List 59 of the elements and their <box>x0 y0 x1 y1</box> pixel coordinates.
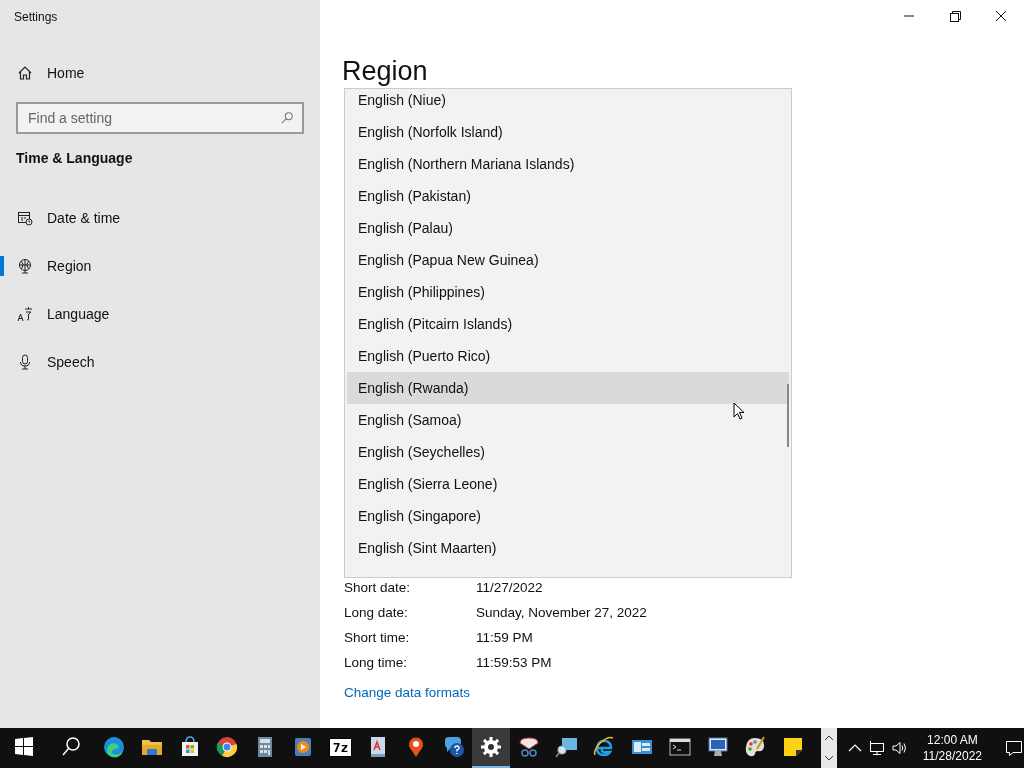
format-value: Sunday, November 27, 2022 <box>476 605 647 620</box>
scrollbar-thumb[interactable] <box>787 384 789 447</box>
list-option[interactable]: English (Pitcairn Islands) <box>347 308 789 340</box>
list-option[interactable]: English (Singapore) <box>347 500 789 532</box>
scissors-icon <box>517 735 542 759</box>
format-value: 11:59:53 PM <box>476 655 552 670</box>
list-option[interactable]: English (Rwanda) <box>347 372 789 404</box>
format-value: 11/27/2022 <box>476 580 543 595</box>
browser-icon <box>102 735 127 759</box>
globe-icon <box>17 258 33 274</box>
search-icon <box>280 111 294 125</box>
chevron-up-icon <box>823 734 834 742</box>
notification-icon[interactable] <box>1004 738 1024 758</box>
nav-item[interactable]: Language <box>0 290 320 338</box>
format-value: 11:59 PM <box>476 630 533 645</box>
list-option[interactable]: English (Palau) <box>347 212 789 244</box>
format-label: Long date: <box>344 605 409 620</box>
home-link[interactable]: Home <box>0 49 320 97</box>
format-label: Long time: <box>344 655 409 670</box>
list-option[interactable]: English (Philippines) <box>347 276 789 308</box>
language-icon <box>17 306 33 322</box>
list-option[interactable]: English (Puerto Rico) <box>347 340 789 372</box>
nav-item[interactable]: Date & time <box>0 194 320 242</box>
calendar-icon <box>17 210 33 226</box>
microphone-icon <box>17 354 33 370</box>
nav-item[interactable]: Speech <box>0 338 320 386</box>
magnifier-icon <box>554 735 579 759</box>
format-label: Short time: <box>344 630 411 645</box>
browser-icon <box>215 735 240 759</box>
nav-item[interactable]: Region <box>0 242 320 290</box>
home-icon <box>17 65 33 81</box>
list-option[interactable]: English (Pakistan) <box>347 180 789 212</box>
settings-icon <box>479 735 504 759</box>
list-option[interactable]: English (Sierra Leone) <box>347 468 789 500</box>
list-option[interactable]: English (Niue) <box>347 89 789 116</box>
list-option[interactable]: English (Northern Mariana Islands) <box>347 148 789 180</box>
volume-icon[interactable] <box>890 740 907 756</box>
search-field[interactable]: Find a setting <box>16 102 304 134</box>
list-option[interactable]: English (Seychelles) <box>347 436 789 468</box>
monitor-icon <box>705 735 730 759</box>
window-title: Settings <box>13 9 59 26</box>
list-option[interactable]: English (Samoa) <box>347 404 789 436</box>
format-label: Short date: <box>344 580 412 595</box>
cursor-icon <box>733 402 745 420</box>
taskbar-button[interactable] <box>472 728 511 768</box>
archive-icon: 7z <box>328 737 353 757</box>
clock[interactable]: 12:00 AM 11/28/2022 <box>912 732 992 764</box>
list-option[interactable]: English (Sint Maarten) <box>347 532 789 564</box>
list-option[interactable]: English (Papua New Guinea) <box>347 244 789 276</box>
page-title: Region <box>342 56 428 88</box>
taskbar-button[interactable]: 7z <box>321 728 360 768</box>
list-option[interactable]: English (Norfolk Island) <box>347 116 789 148</box>
change-formats-link[interactable]: Change data formats <box>344 685 471 700</box>
terminal-icon <box>667 735 692 759</box>
chevron-down-icon <box>823 754 834 762</box>
taskbar-scroller[interactable] <box>820 728 837 768</box>
network-icon[interactable] <box>868 740 885 756</box>
palette-icon <box>743 735 768 759</box>
section-heading: Time & Language <box>15 149 134 168</box>
